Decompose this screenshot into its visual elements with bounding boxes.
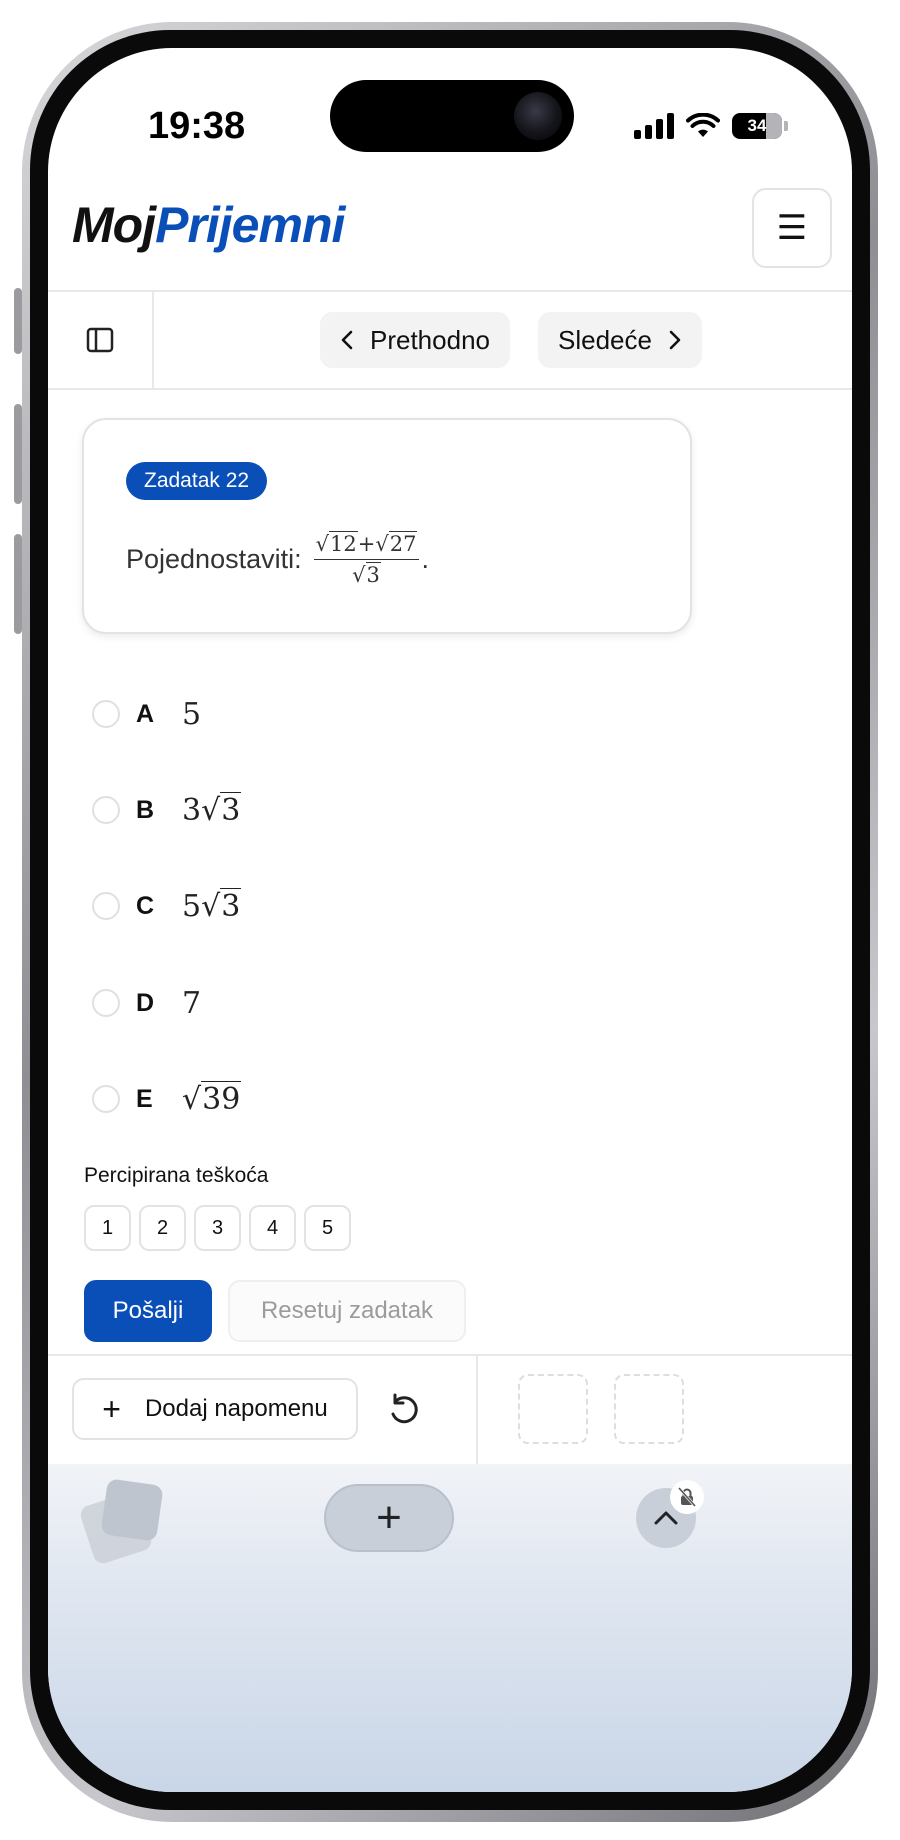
radio-button[interactable] [92,796,120,824]
chevron-left-icon [341,330,353,350]
add-note-button[interactable]: + Dodaj napomenu [72,1378,358,1440]
option-letter: A [136,699,155,728]
battery-icon: 34 [732,113,782,139]
previous-button[interactable]: Prethodno [320,312,510,368]
task-badge: Zadatak 22 [126,462,268,500]
question-text: Pojednostaviti: √12+√27 √3 . [126,531,429,587]
question-card: Zadatak 22 Pojednostaviti: √12+√27 √3 . [82,418,692,634]
previous-label: Prethodno [370,324,490,355]
reset-task-button[interactable]: Resetuj zadatak [228,1280,466,1342]
logo-part-prijemni: Prijemni [155,197,345,253]
bottom-panel-vertical-divider [476,1354,478,1464]
option-a[interactable]: A 5 [92,689,201,739]
header-divider [48,290,852,292]
undo-icon[interactable] [384,1390,424,1430]
difficulty-button-3[interactable]: 3 [194,1205,241,1251]
screen: 19:38 34 MojPrijemni ☰ Prethodno Sledeće… [48,48,852,1792]
action-button [14,288,22,354]
battery-tip [784,121,788,131]
option-value: 5√3 [182,887,242,924]
difficulty-rating: 1 2 3 4 5 [84,1205,351,1251]
drop-slot-2[interactable] [614,1374,684,1444]
difficulty-button-1[interactable]: 1 [84,1205,131,1251]
option-value: √39 [182,1080,242,1117]
option-letter: D [136,988,155,1017]
option-value: 5 [182,696,202,732]
bottom-panel-divider [48,1354,852,1356]
radio-button[interactable] [92,989,120,1017]
question-period: . [421,544,429,574]
option-b[interactable]: B 3√3 [92,785,242,835]
option-c[interactable]: C 5√3 [92,881,242,931]
difficulty-button-5[interactable]: 5 [304,1205,351,1251]
plus-icon: + [376,1493,402,1542]
volume-up-button [14,404,22,504]
status-time: 19:38 [148,105,246,147]
volume-down-button [14,534,22,634]
next-button[interactable]: Sledeće [538,312,702,368]
option-letter: E [136,1084,153,1113]
option-value: 7 [182,985,202,1021]
signal-icon [634,113,674,139]
option-value: 3√3 [182,791,242,828]
hamburger-menu-button[interactable]: ☰ [752,188,832,268]
next-label: Sledeće [558,324,652,355]
option-letter: B [136,795,155,824]
question-fraction: √12+√27 √3 [313,531,420,587]
option-d[interactable]: D 7 [92,978,201,1028]
radio-button[interactable] [92,700,120,728]
battery-level: 34 [747,116,767,135]
lock-icon [670,1480,704,1514]
drop-slot-1[interactable] [518,1374,588,1444]
hamburger-icon: ☰ [776,209,808,247]
option-e[interactable]: E √39 [92,1074,242,1124]
option-letter: C [136,891,155,920]
radio-button[interactable] [92,892,120,920]
fraction-denominator: √3 [352,562,381,587]
tabs-icon[interactable] [78,1478,166,1566]
wifi-icon [686,113,720,137]
difficulty-button-4[interactable]: 4 [249,1205,296,1251]
chevron-up-icon [654,1511,678,1525]
add-note-label: Dodaj napomenu [144,1395,328,1422]
dynamic-island [330,80,574,152]
plus-icon: + [102,1390,121,1427]
fraction-numerator: √12+√27 [313,531,420,560]
chevron-right-icon [669,330,681,350]
sidebar-toggle-button[interactable] [48,292,154,388]
camera-icon [514,92,562,140]
nav-divider [48,388,852,390]
submit-button[interactable]: Pošalji [84,1280,212,1342]
difficulty-label: Percipirana teškoća [84,1164,269,1187]
question-prompt: Pojednostaviti: [126,544,302,574]
sidebar-icon [86,327,114,353]
new-tab-button[interactable]: + [324,1484,454,1552]
status-icons: 34 [634,100,788,152]
logo-part-moj: Moj [72,197,156,253]
radio-button[interactable] [92,1085,120,1113]
difficulty-button-2[interactable]: 2 [139,1205,186,1251]
app-logo[interactable]: MojPrijemni [72,196,345,254]
